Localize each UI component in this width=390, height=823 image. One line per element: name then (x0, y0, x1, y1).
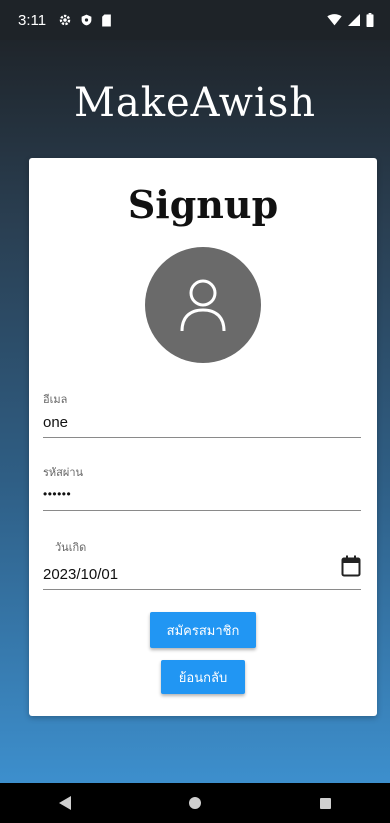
email-label: อีเมล (43, 393, 68, 406)
signup-title: Signup (127, 182, 279, 227)
shield-icon (80, 13, 93, 27)
birthdate-input[interactable]: 2023/10/01 (43, 566, 361, 583)
birthdate-field[interactable]: วันเกิด 2023/10/01 (43, 538, 361, 590)
recents-icon[interactable] (295, 783, 355, 823)
status-bar: 3:11 (0, 0, 390, 40)
gear-icon (58, 13, 72, 27)
back-icon[interactable] (35, 783, 95, 823)
wifi-icon (327, 14, 342, 26)
signup-button[interactable]: สมัครสมาชิก (150, 612, 256, 648)
signup-card: Signup อีเมล one รหัสผ่าน •••••• วันเกิด… (29, 158, 377, 716)
user-icon (178, 277, 228, 333)
signal-icon (348, 14, 360, 26)
status-icons-left (58, 13, 112, 27)
status-icons-right (327, 13, 374, 27)
password-underline (43, 510, 361, 511)
back-button[interactable]: ย้อนกลับ (161, 660, 245, 694)
navigation-bar (0, 783, 390, 823)
birthdate-underline (43, 589, 361, 590)
battery-icon (366, 13, 374, 27)
birthdate-label: วันเกิด (55, 541, 87, 554)
password-label: รหัสผ่าน (43, 466, 84, 479)
status-time: 3:11 (18, 11, 47, 29)
avatar[interactable] (145, 247, 261, 363)
app-title: MakeAwish (73, 80, 317, 126)
calendar-icon[interactable] (341, 555, 361, 581)
password-field[interactable]: รหัสผ่าน •••••• (43, 463, 361, 511)
email-input[interactable]: one (43, 414, 361, 431)
home-icon[interactable] (165, 783, 225, 823)
sd-card-icon (101, 14, 112, 27)
email-field[interactable]: อีเมล one (43, 390, 361, 438)
password-input[interactable]: •••••• (43, 487, 361, 501)
email-underline (43, 437, 361, 438)
